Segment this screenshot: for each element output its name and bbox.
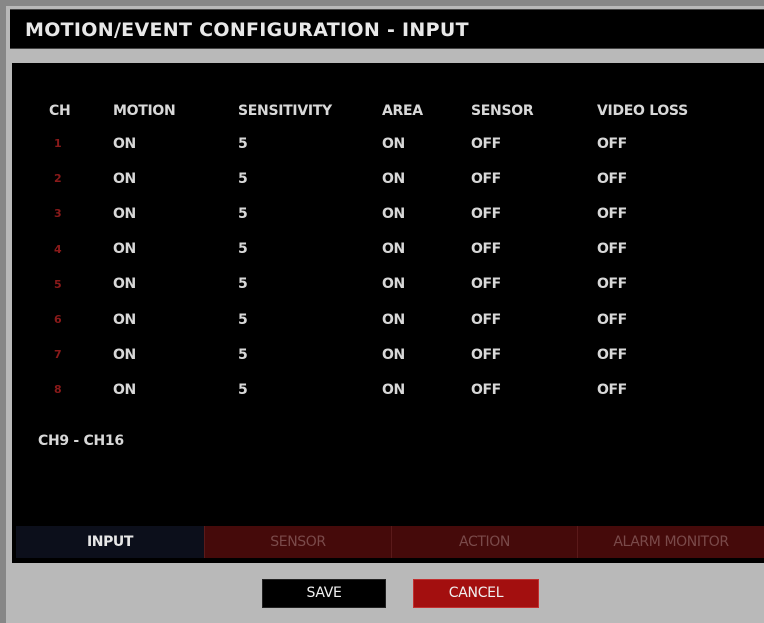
motion-cell[interactable]: ON xyxy=(113,302,238,337)
video-loss-cell[interactable]: OFF xyxy=(597,126,717,161)
table-row: 3 ON 5 ON OFF OFF xyxy=(46,196,717,231)
channel-number: 1 xyxy=(54,137,62,151)
sensor-cell[interactable]: OFF xyxy=(471,126,597,161)
sensor-cell[interactable]: OFF xyxy=(471,161,597,196)
video-loss-cell[interactable]: OFF xyxy=(597,372,717,407)
motion-cell[interactable]: ON xyxy=(113,196,238,231)
area-cell[interactable]: ON xyxy=(382,267,471,302)
tab-sensor[interactable]: SENSOR xyxy=(204,526,391,558)
area-cell[interactable]: ON xyxy=(382,126,471,161)
sensitivity-cell[interactable]: 5 xyxy=(238,161,382,196)
video-loss-cell[interactable]: OFF xyxy=(597,232,717,267)
column-header-motion: MOTION xyxy=(113,103,176,119)
sensitivity-cell[interactable]: 5 xyxy=(238,126,382,161)
sensitivity-cell[interactable]: 5 xyxy=(238,196,382,231)
channel-range-link[interactable]: CH9 - CH16 xyxy=(38,433,124,449)
page-title: MOTION/EVENT CONFIGURATION - INPUT xyxy=(25,19,469,41)
sensor-cell[interactable]: OFF xyxy=(471,232,597,267)
sensor-cell[interactable]: OFF xyxy=(471,372,597,407)
table-row: 4 ON 5 ON OFF OFF xyxy=(46,232,717,267)
sensitivity-cell[interactable]: 5 xyxy=(238,372,382,407)
sensitivity-cell[interactable]: 5 xyxy=(238,232,382,267)
sensitivity-cell[interactable]: 5 xyxy=(238,302,382,337)
motion-cell[interactable]: ON xyxy=(113,337,238,372)
sensor-cell[interactable]: OFF xyxy=(471,196,597,231)
column-header-area: AREA xyxy=(382,103,423,119)
table-row: 6 ON 5 ON OFF OFF xyxy=(46,302,717,337)
channel-number: 7 xyxy=(54,348,62,362)
column-header-ch: CH xyxy=(49,103,71,119)
sensitivity-cell[interactable]: 5 xyxy=(238,267,382,302)
motion-cell[interactable]: ON xyxy=(113,126,238,161)
column-header-sensor: SENSOR xyxy=(471,103,534,119)
sensor-cell[interactable]: OFF xyxy=(471,267,597,302)
table-row: 5 ON 5 ON OFF OFF xyxy=(46,267,717,302)
channel-number: 3 xyxy=(54,207,62,221)
sensitivity-cell[interactable]: 5 xyxy=(238,337,382,372)
cancel-button[interactable]: CANCEL xyxy=(413,579,539,608)
channel-number: 5 xyxy=(54,277,62,291)
table-row: 8 ON 5 ON OFF OFF xyxy=(46,372,717,407)
area-cell[interactable]: ON xyxy=(382,302,471,337)
motion-cell[interactable]: ON xyxy=(113,267,238,302)
area-cell[interactable]: ON xyxy=(382,337,471,372)
tab-input[interactable]: INPUT xyxy=(16,526,204,558)
channel-number: 2 xyxy=(54,172,62,186)
motion-cell[interactable]: ON xyxy=(113,232,238,267)
area-cell[interactable]: ON xyxy=(382,161,471,196)
table-row: 1 ON 5 ON OFF OFF xyxy=(46,126,717,161)
video-loss-cell[interactable]: OFF xyxy=(597,196,717,231)
table-header-row: CH MOTION SENSITIVITY AREA SENSOR VIDEO … xyxy=(46,103,717,126)
input-config-table: CH MOTION SENSITIVITY AREA SENSOR VIDEO … xyxy=(46,103,717,408)
motion-cell[interactable]: ON xyxy=(113,372,238,407)
video-loss-cell[interactable]: OFF xyxy=(597,161,717,196)
table-row: 7 ON 5 ON OFF OFF xyxy=(46,337,717,372)
title-bar: MOTION/EVENT CONFIGURATION - INPUT xyxy=(10,9,764,49)
video-loss-cell[interactable]: OFF xyxy=(597,302,717,337)
table-row: 2 ON 5 ON OFF OFF xyxy=(46,161,717,196)
area-cell[interactable]: ON xyxy=(382,372,471,407)
area-cell[interactable]: ON xyxy=(382,196,471,231)
config-tabs: INPUT SENSOR ACTION ALARM MONITOR xyxy=(16,526,764,558)
channel-number: 6 xyxy=(54,313,62,327)
footer-buttons: SAVE CANCEL xyxy=(0,579,764,609)
area-cell[interactable]: ON xyxy=(382,232,471,267)
channel-number: 8 xyxy=(54,383,62,397)
column-header-sensitivity: SENSITIVITY xyxy=(238,103,332,119)
video-loss-cell[interactable]: OFF xyxy=(597,267,717,302)
sensor-cell[interactable]: OFF xyxy=(471,302,597,337)
sensor-cell[interactable]: OFF xyxy=(471,337,597,372)
motion-cell[interactable]: ON xyxy=(113,161,238,196)
channel-number: 4 xyxy=(54,242,62,256)
tab-action[interactable]: ACTION xyxy=(391,526,577,558)
save-button[interactable]: SAVE xyxy=(262,579,386,608)
tab-alarm-monitor[interactable]: ALARM MONITOR xyxy=(577,526,764,558)
config-panel: CH MOTION SENSITIVITY AREA SENSOR VIDEO … xyxy=(12,63,764,563)
video-loss-cell[interactable]: OFF xyxy=(597,337,717,372)
column-header-video-loss: VIDEO LOSS xyxy=(597,103,688,119)
